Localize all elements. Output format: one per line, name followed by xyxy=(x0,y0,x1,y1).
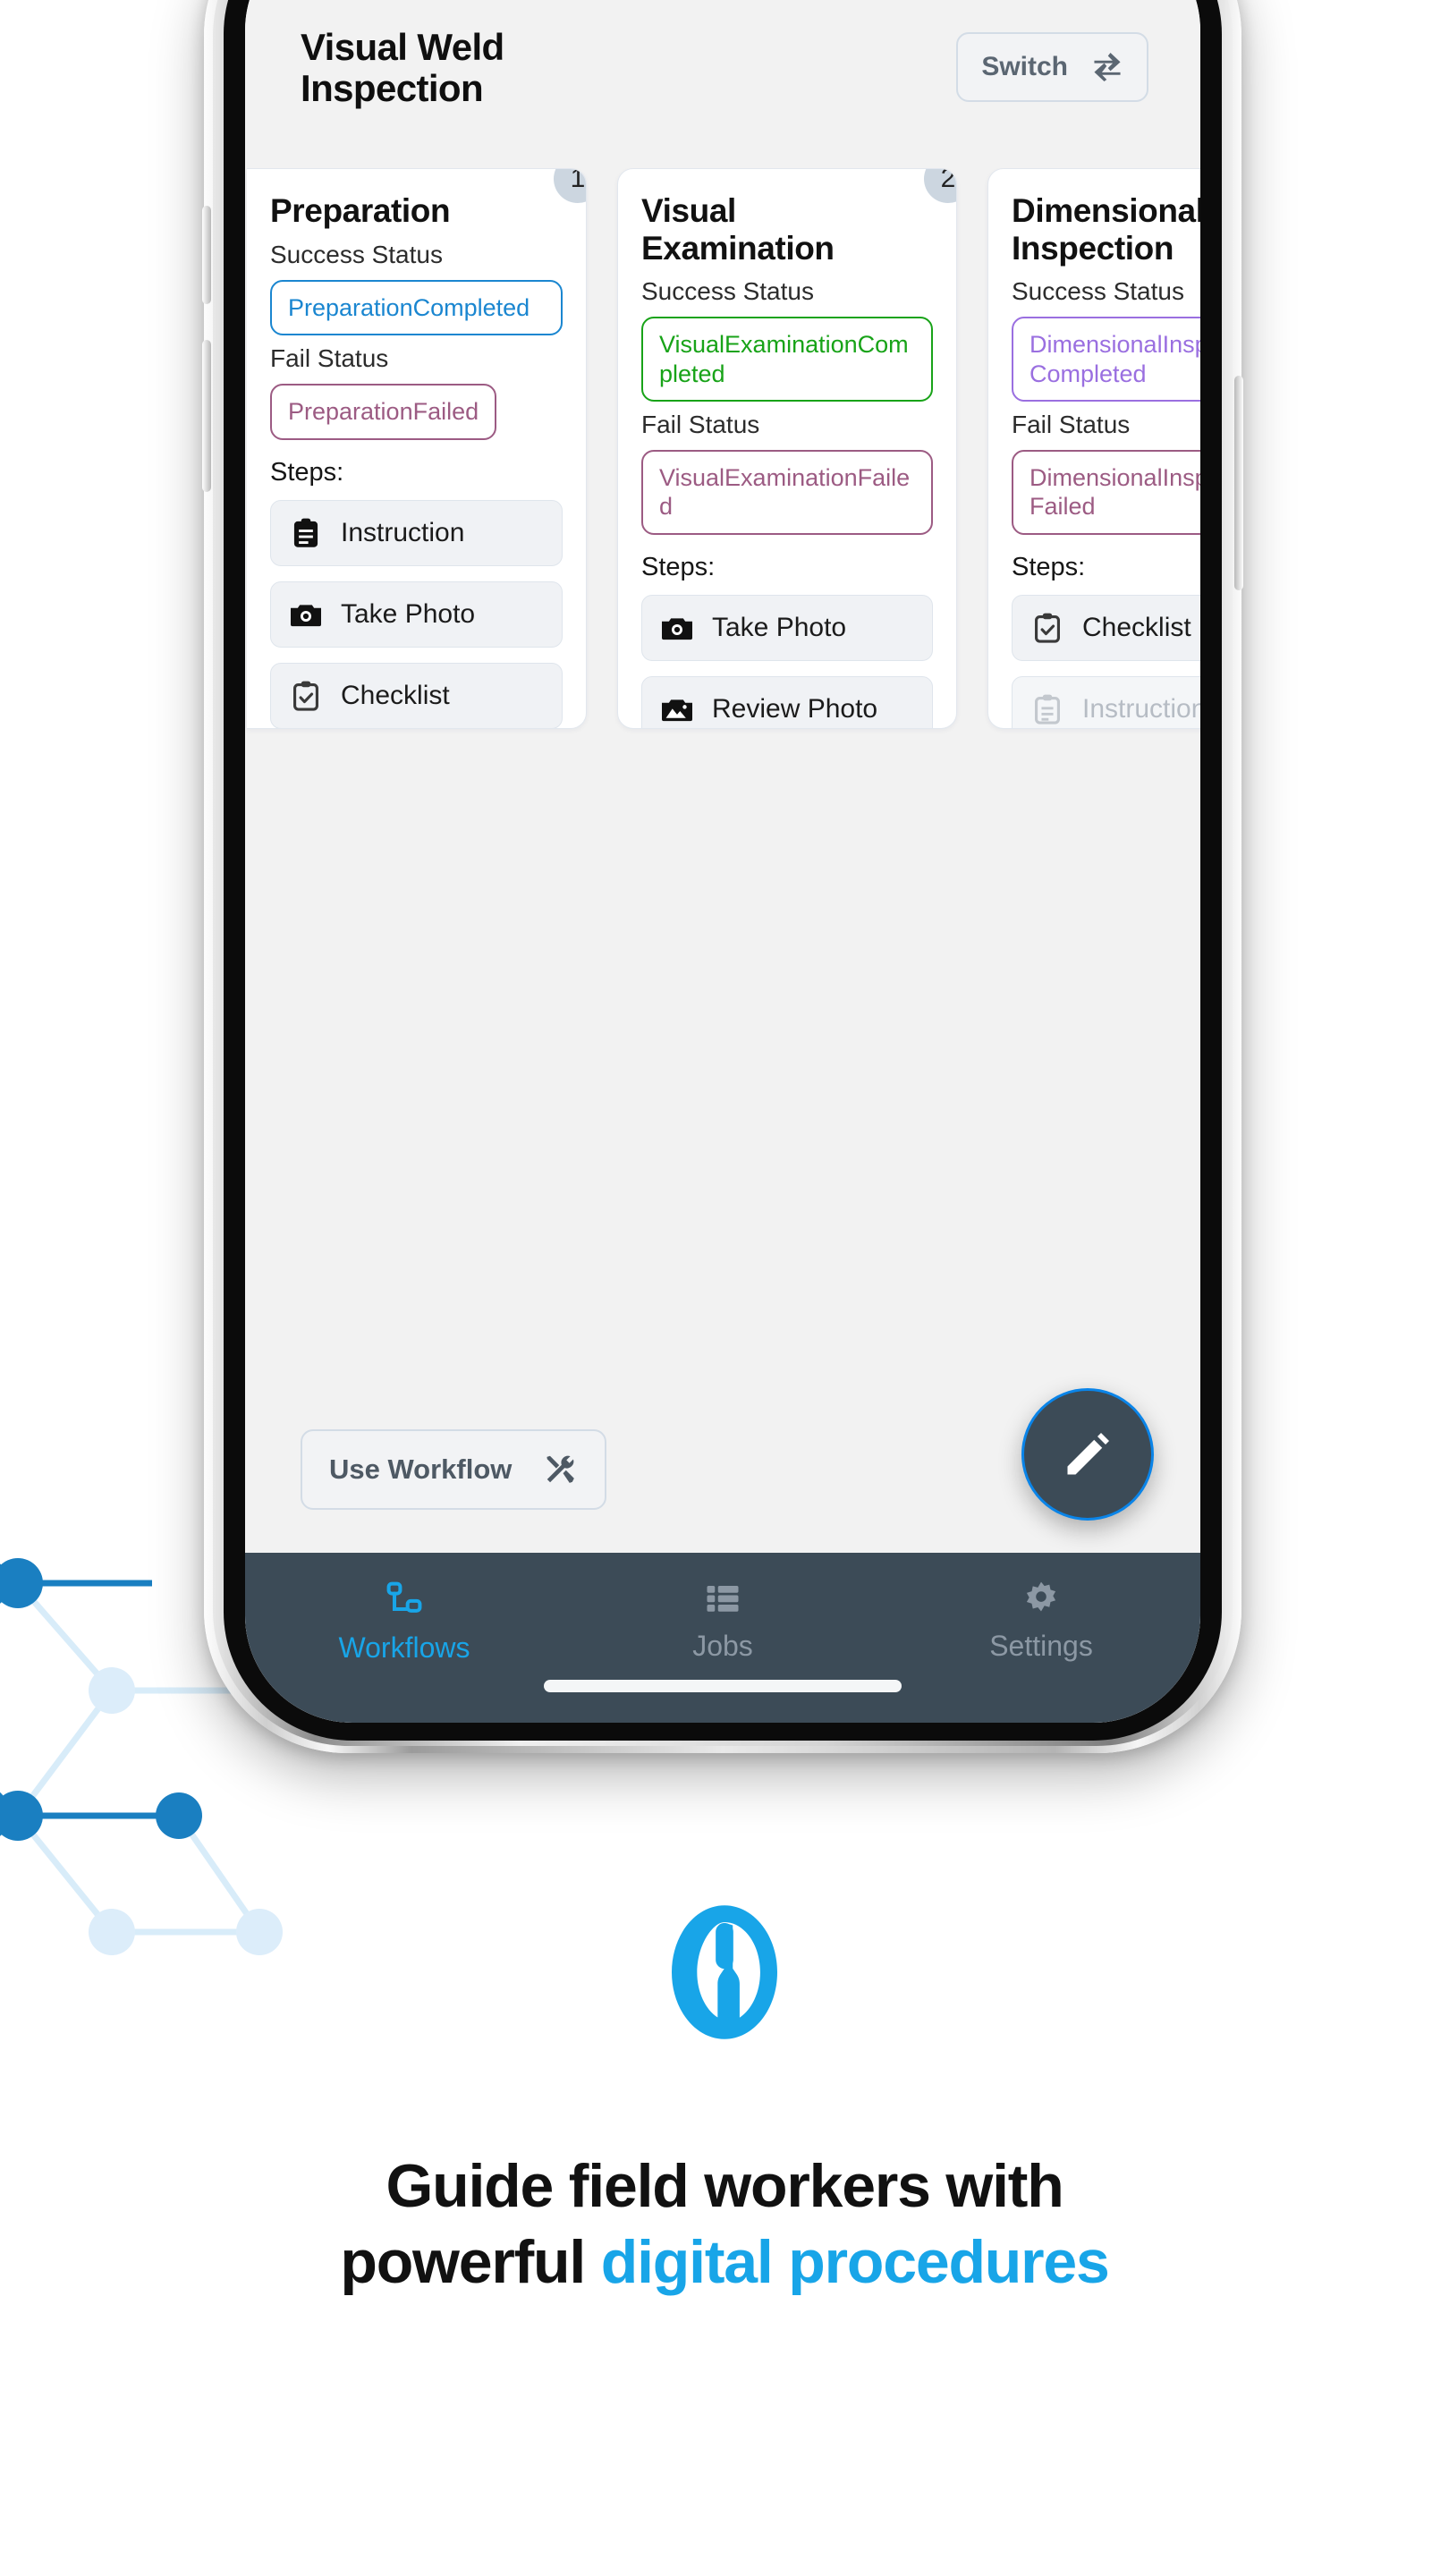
tools-icon xyxy=(547,1455,575,1483)
phone-power-button xyxy=(1234,376,1243,590)
camera-icon xyxy=(662,613,692,643)
tagline-line-2-plain: powerful xyxy=(340,2228,601,2296)
step-label: Take Photo xyxy=(712,612,847,642)
success-status-label: Success Status xyxy=(270,240,443,268)
clipboard-check-icon xyxy=(291,681,321,711)
brand-section: Guide field workers with powerful digita… xyxy=(0,1905,1449,2301)
pencil-edit-icon xyxy=(1067,1433,1109,1475)
step-label: Instruction xyxy=(1082,693,1200,724)
phone-mute-button xyxy=(202,206,211,304)
step-row[interactable]: Take Photo xyxy=(270,580,563,648)
step-row[interactable]: Instruction xyxy=(1012,675,1200,729)
workflow-nodes-icon xyxy=(386,1581,422,1613)
success-status-label: Success Status xyxy=(641,277,814,306)
step-label: Instruction xyxy=(341,517,465,547)
workflow-card[interactable]: 3 Dimensional Inspection Success Status … xyxy=(987,168,1200,730)
step-row[interactable]: Review Photo xyxy=(641,675,933,729)
gear-icon xyxy=(1026,1581,1056,1612)
tab-workflows[interactable]: Workflows xyxy=(315,1580,494,1665)
fail-status-label: Fail Status xyxy=(641,411,760,439)
tagline-line-2: powerful digital procedures xyxy=(340,2224,1110,2301)
bottom-tab-bar: Workflows Jobs Settings xyxy=(245,1553,1200,1723)
tab-label: Settings xyxy=(989,1630,1093,1662)
workflow-card[interactable]: 1 Preparation Success Status Preparation… xyxy=(247,168,587,730)
steps-label: Steps: xyxy=(641,552,716,581)
list-icon xyxy=(707,1586,739,1612)
phone-volume-up-button xyxy=(202,340,211,492)
steps-label: Steps: xyxy=(270,457,344,487)
fail-status-label: Fail Status xyxy=(270,344,389,373)
step-label: Review Photo xyxy=(712,693,878,724)
workflow-card-rail[interactable]: 1 Preparation Success Status Preparation… xyxy=(245,168,1200,750)
page-title: Visual Weld Inspection xyxy=(301,26,504,110)
fail-status-label: Fail Status xyxy=(1012,411,1131,439)
fail-status-pill[interactable]: VisualExaminationFailed xyxy=(641,450,933,535)
step-label: Checklist xyxy=(1082,612,1191,642)
fail-status-pill[interactable]: DimensionalInspectionFailed xyxy=(1012,450,1200,535)
tab-jobs[interactable]: Jobs xyxy=(633,1580,812,1663)
tab-label: Jobs xyxy=(692,1630,753,1662)
home-indicator xyxy=(544,1680,902,1692)
swap-arrows-icon xyxy=(1094,53,1121,81)
card-title: Preparation xyxy=(270,192,451,230)
switch-button[interactable]: Switch xyxy=(956,32,1148,102)
step-label: Checklist xyxy=(341,680,450,710)
photo-review-icon xyxy=(662,694,692,724)
clipboard-check-icon xyxy=(1032,613,1063,643)
success-status-pill[interactable]: DimensionalInspectionCompleted xyxy=(1012,317,1200,402)
camera-icon xyxy=(291,599,321,630)
switch-button-label: Switch xyxy=(981,52,1068,81)
phone-mockup: Inspection 9:45 xyxy=(202,0,1243,1753)
use-workflow-label: Use Workflow xyxy=(329,1453,513,1485)
success-status-pill[interactable]: PreparationCompleted xyxy=(270,279,563,336)
step-label: Take Photo xyxy=(341,598,476,629)
clipboard-text-icon xyxy=(291,518,321,548)
card-title: Dimensional Inspection xyxy=(1012,192,1200,267)
tagline: Guide field workers with powerful digita… xyxy=(340,2148,1110,2301)
success-status-label: Success Status xyxy=(1012,277,1184,306)
workflow-card[interactable]: 2 Visual Examination Success Status Visu… xyxy=(617,168,957,730)
action-row: Use Workflow xyxy=(245,1388,1200,1553)
card-title: Visual Examination xyxy=(641,192,835,267)
tab-label: Workflows xyxy=(338,1631,470,1664)
fail-status-pill[interactable]: PreparationFailed xyxy=(270,384,497,440)
tagline-line-2-accent: digital procedures xyxy=(600,2228,1110,2296)
steps-label: Steps: xyxy=(1012,552,1086,581)
step-row[interactable]: Take Photo xyxy=(641,594,933,661)
use-workflow-button[interactable]: Use Workflow xyxy=(301,1429,607,1510)
wrench-logo-icon xyxy=(672,1905,777,2039)
screen-spacer xyxy=(245,750,1200,1429)
clipboard-text-icon xyxy=(1032,694,1063,724)
step-row[interactable]: Checklist xyxy=(1012,594,1200,661)
step-row[interactable]: Checklist xyxy=(270,662,563,729)
phone-screen: Inspection 9:45 xyxy=(245,0,1200,1723)
screen-header: Visual Weld Inspection Switch xyxy=(245,5,1200,109)
tagline-line-1: Guide field workers with xyxy=(386,2152,1063,2220)
step-row[interactable]: Instruction xyxy=(270,499,563,566)
tab-settings[interactable]: Settings xyxy=(952,1580,1131,1663)
edit-fab-button[interactable] xyxy=(1021,1388,1154,1521)
success-status-pill[interactable]: VisualExaminationCompleted xyxy=(641,317,933,402)
